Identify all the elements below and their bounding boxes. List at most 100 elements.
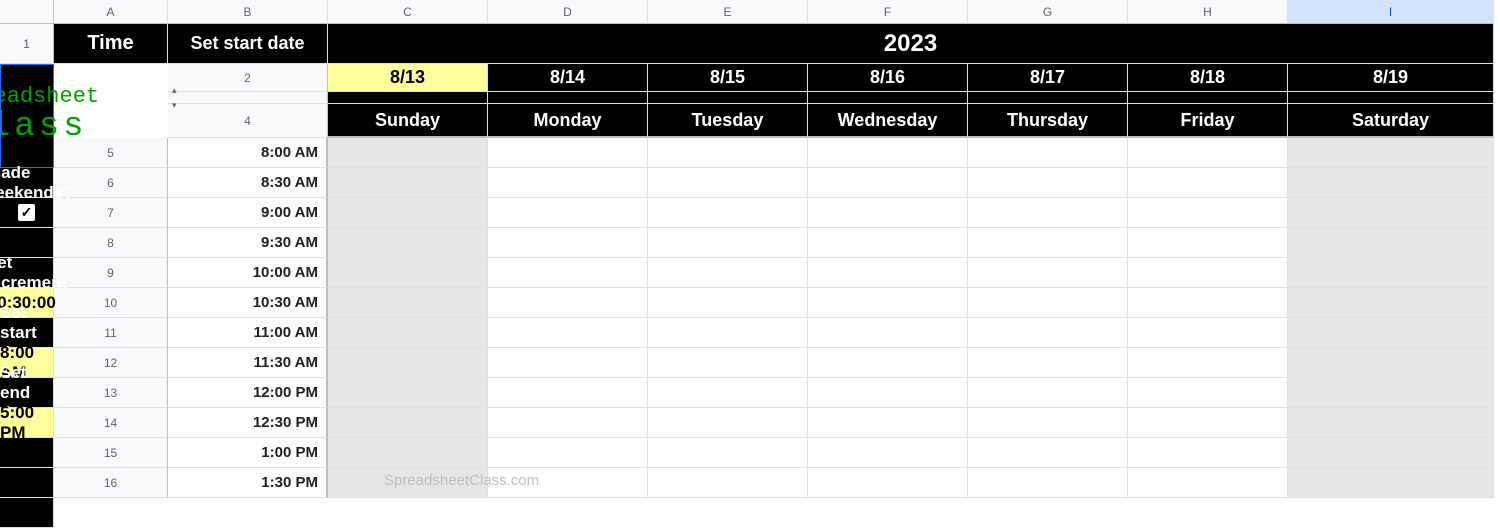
schedule-cell[interactable] [648,138,808,168]
schedule-cell[interactable] [1128,258,1288,288]
schedule-cell[interactable] [488,198,648,228]
schedule-cell[interactable] [1288,198,1494,228]
schedule-cell[interactable] [968,468,1128,498]
schedule-cell[interactable] [1128,378,1288,408]
schedule-cell[interactable] [488,288,648,318]
schedule-cell[interactable] [328,468,488,498]
schedule-cell[interactable] [328,168,488,198]
schedule-cell[interactable] [1288,378,1494,408]
schedule-cell[interactable] [648,198,808,228]
end-time-input[interactable]: 5:00 PM [0,408,54,438]
schedule-cell[interactable] [968,168,1128,198]
col-header-B[interactable]: B [168,0,328,24]
select-all-corner[interactable] [0,0,54,24]
schedule-cell[interactable] [488,318,648,348]
schedule-cell[interactable] [648,348,808,378]
shade-weekends-checkbox[interactable]: ✓ [0,198,54,228]
col-header-C[interactable]: C [328,0,488,24]
schedule-cell[interactable] [328,318,488,348]
schedule-cell[interactable] [488,348,648,378]
schedule-cell[interactable] [1288,408,1494,438]
schedule-cell[interactable] [808,438,968,468]
schedule-cell[interactable] [1128,138,1288,168]
row-header-12[interactable]: 12 [54,348,168,378]
row-header-14[interactable]: 14 [54,408,168,438]
schedule-cell[interactable] [808,468,968,498]
schedule-cell[interactable] [808,258,968,288]
schedule-cell[interactable] [808,408,968,438]
schedule-cell[interactable] [488,138,648,168]
schedule-cell[interactable] [968,408,1128,438]
schedule-cell[interactable] [328,438,488,468]
row-header-hidden[interactable]: ▴ ▾ [168,92,328,104]
schedule-cell[interactable] [648,228,808,258]
logo-cell[interactable]: Spreadsheet Class [0,64,54,168]
schedule-cell[interactable] [488,468,648,498]
schedule-cell[interactable] [1128,438,1288,468]
schedule-cell[interactable] [648,288,808,318]
schedule-cell[interactable] [808,288,968,318]
schedule-cell[interactable] [1288,318,1494,348]
schedule-cell[interactable] [968,228,1128,258]
schedule-cell[interactable] [808,198,968,228]
schedule-cell[interactable] [1288,288,1494,318]
schedule-cell[interactable] [1128,468,1288,498]
schedule-cell[interactable] [488,438,648,468]
schedule-cell[interactable] [808,228,968,258]
row-header-10[interactable]: 10 [54,288,168,318]
schedule-cell[interactable] [1288,348,1494,378]
row-header-11[interactable]: 11 [54,318,168,348]
schedule-cell[interactable] [968,288,1128,318]
schedule-cell[interactable] [968,258,1128,288]
schedule-cell[interactable] [968,318,1128,348]
row-header-7[interactable]: 7 [54,198,168,228]
schedule-cell[interactable] [488,228,648,258]
row-header-15[interactable]: 15 [54,438,168,468]
col-header-F[interactable]: F [808,0,968,24]
schedule-cell[interactable] [648,318,808,348]
schedule-cell[interactable] [648,468,808,498]
schedule-cell[interactable] [328,228,488,258]
schedule-cell[interactable] [1128,348,1288,378]
row-header-1[interactable]: 1 [0,24,54,64]
col-header-I[interactable]: I [1288,0,1494,24]
schedule-cell[interactable] [328,138,488,168]
row-header-16[interactable]: 16 [54,468,168,498]
date-input-start[interactable]: 8/13 [328,64,488,92]
schedule-cell[interactable] [328,348,488,378]
col-header-H[interactable]: H [1128,0,1288,24]
schedule-cell[interactable] [488,258,648,288]
schedule-cell[interactable] [808,138,968,168]
schedule-cell[interactable] [488,408,648,438]
row-header-9[interactable]: 9 [54,258,168,288]
schedule-cell[interactable] [488,168,648,198]
schedule-cell[interactable] [968,348,1128,378]
schedule-cell[interactable] [1288,258,1494,288]
schedule-cell[interactable] [968,378,1128,408]
schedule-cell[interactable] [808,378,968,408]
schedule-cell[interactable] [808,348,968,378]
schedule-cell[interactable] [1128,228,1288,258]
schedule-cell[interactable] [328,258,488,288]
schedule-cell[interactable] [1128,408,1288,438]
col-header-G[interactable]: G [968,0,1128,24]
schedule-cell[interactable] [1288,138,1494,168]
schedule-cell[interactable] [1128,318,1288,348]
schedule-cell[interactable] [968,138,1128,168]
col-header-E[interactable]: E [648,0,808,24]
hidden-rows-indicator[interactable]: ▴ ▾ [172,86,177,110]
schedule-cell[interactable] [1288,438,1494,468]
schedule-cell[interactable] [488,378,648,408]
schedule-cell[interactable] [1288,228,1494,258]
col-header-D[interactable]: D [488,0,648,24]
schedule-cell[interactable] [648,168,808,198]
schedule-cell[interactable] [1128,198,1288,228]
schedule-cell[interactable] [648,438,808,468]
schedule-cell[interactable] [808,318,968,348]
schedule-cell[interactable] [328,378,488,408]
schedule-cell[interactable] [1128,168,1288,198]
row-header-8[interactable]: 8 [54,228,168,258]
schedule-cell[interactable] [648,408,808,438]
row-header-13[interactable]: 13 [54,378,168,408]
schedule-cell[interactable] [328,198,488,228]
